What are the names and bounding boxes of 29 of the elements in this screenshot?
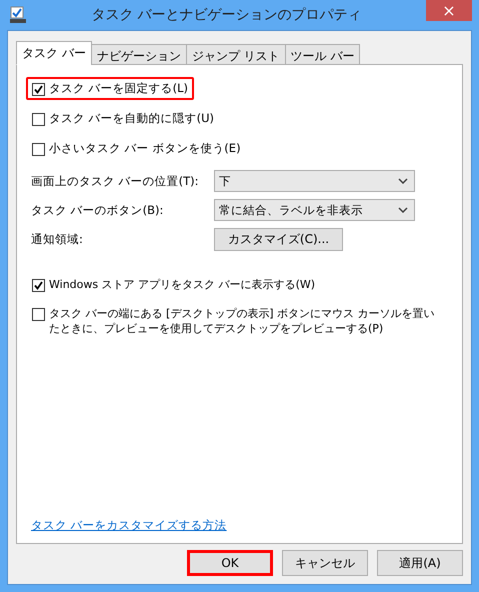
checkbox[interactable] [32,143,45,156]
checkbox[interactable] [32,279,45,292]
tab[interactable]: ジャンプ リスト [186,44,286,65]
dialog-button[interactable]: キャンセル [282,550,368,576]
checkbox[interactable] [32,113,45,126]
window-title: タスク バーとナビゲーションのプロパティ [90,6,363,24]
customize-button[interactable]: カスタマイズ(C)... [214,228,343,251]
help-link[interactable]: タスク バーをカスタマイズする方法 [31,518,227,533]
tab[interactable]: ナビゲーション [90,44,187,65]
close-button[interactable]: × [426,0,472,21]
setting-label: 画面上のタスク バーの位置(T): [31,174,200,188]
dropdown[interactable]: 下 [214,170,415,192]
setting-label: 通知領域: [31,232,84,247]
checkbox-option[interactable]: タスク バーを固定する(L) [26,77,194,100]
dialog-button[interactable]: OK [187,550,273,576]
checkbox-window-icon [9,6,27,24]
checkbox-option[interactable]: タスク バーの端にある [デスクトップの表示] ボタンにマウス カーソルを置いたときに、プレビューを使用してデスクトップをプレビューする(P) [26,302,448,340]
tab[interactable]: タスク バー [16,41,92,65]
tab[interactable]: ツール バー [284,44,360,65]
checkbox-option[interactable]: タスク バーを自動的に隠す(U) [26,107,220,130]
setting-label: タスク バーのボタン(B): [31,202,164,218]
checkbox-option[interactable]: 小さいタスク バー ボタンを使う(E) [26,137,247,160]
dialog-button[interactable]: 適用(A) [377,550,463,576]
checkbox[interactable] [32,308,45,321]
checkbox[interactable] [32,83,45,96]
chevron-down-icon [398,178,408,184]
chevron-down-icon [398,207,408,213]
dropdown[interactable]: 常に結合、ラベルを非表示 [214,199,415,221]
checkbox-option[interactable]: Windows ストア アプリをタスク バーに表示する(W) [26,273,322,296]
